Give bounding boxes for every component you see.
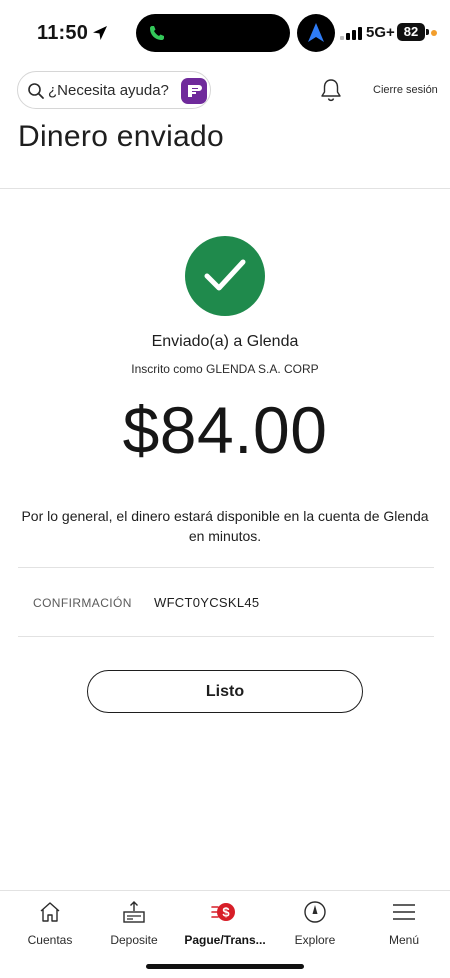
compass-icon (304, 901, 326, 923)
search-input[interactable]: ¿Necesita ayuda? (48, 82, 169, 99)
tab-label: Explore (294, 933, 336, 947)
menu-icon (393, 904, 415, 920)
confirmation-label: CONFIRMACIÓN (33, 596, 132, 610)
page-title: Dinero enviado (18, 120, 224, 153)
status-time: 11:50 (37, 22, 89, 44)
dynamic-island (136, 14, 290, 52)
home-icon (40, 902, 60, 922)
section-divider (18, 636, 434, 637)
pay-transfer-icon: $ (211, 903, 235, 921)
tab-deposite[interactable]: Deposite (89, 897, 179, 949)
network-type: 5G+ (366, 24, 395, 41)
tab-pague-transfiera[interactable]: $ Pague/Trans... (180, 897, 270, 949)
transfer-amount: $84.00 (122, 393, 328, 467)
maps-navigation-indicator (297, 14, 335, 52)
logout-link[interactable]: Cierre sesión (373, 84, 438, 96)
navigation-arrow-icon (308, 23, 324, 42)
confirmation-number: WFCT0YCSKL45 (154, 595, 260, 610)
header-divider (0, 188, 450, 189)
search-icon (28, 83, 44, 99)
section-divider (18, 567, 434, 568)
privacy-indicator-dot (431, 30, 437, 36)
svg-text:$: $ (222, 905, 230, 920)
tab-menu[interactable]: Menú (359, 897, 449, 949)
search-assistant-bar[interactable]: ¿Necesita ayuda? (17, 71, 211, 109)
status-bar: 11:50 5G+ 82 (0, 0, 450, 62)
tab-explore[interactable]: Explore (270, 897, 360, 949)
phone-call-icon (150, 26, 164, 40)
tab-label: Cuentas (27, 933, 73, 947)
success-check-icon (185, 236, 265, 316)
tab-label: Pague/Trans... (184, 933, 266, 947)
deposit-icon (123, 901, 145, 923)
tab-label: Deposite (110, 933, 158, 947)
battery-icon: 82 (397, 23, 429, 41)
bell-icon[interactable] (320, 78, 342, 102)
availability-note: Por lo general, el dinero estará disponi… (21, 508, 429, 544)
cellular-signal-icon (340, 26, 362, 40)
fargo-assistant-icon[interactable] (181, 78, 207, 104)
home-indicator[interactable] (146, 964, 304, 969)
tab-cuentas[interactable]: Cuentas (5, 897, 95, 949)
done-button[interactable]: Listo (87, 670, 363, 713)
location-arrow-icon (93, 26, 107, 40)
recipient-heading: Enviado(a) a Glenda (151, 333, 299, 350)
recipient-enrolled-as: Inscrito como GLENDA S.A. CORP (131, 362, 319, 376)
tab-label: Menú (388, 933, 420, 947)
